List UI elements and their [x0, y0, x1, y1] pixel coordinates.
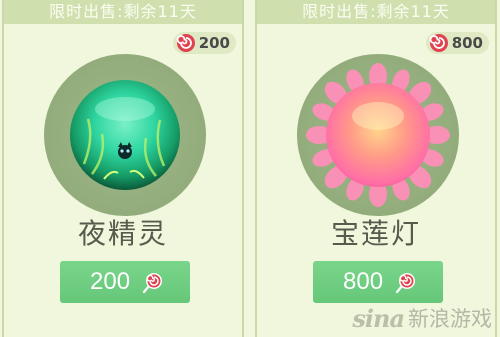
- price-badge: 800: [425, 32, 489, 54]
- buy-price: 200: [90, 268, 131, 295]
- limited-sale-banner: 限时出售:剩余11天: [257, 0, 495, 24]
- buy-button[interactable]: 800: [313, 261, 443, 303]
- lollipop-icon: [142, 271, 164, 293]
- item-name: 宝莲灯: [330, 217, 421, 250]
- watermark-text: 新浪游戏: [408, 307, 492, 331]
- night-spirit-orb-icon: [70, 80, 180, 190]
- lollipop-swirl-icon: [429, 33, 449, 53]
- shop-item-card: 限时出售:剩余11天 200 夜精灵 200: [2, 0, 244, 337]
- lollipop-icon: [395, 271, 417, 293]
- item-preview: [44, 54, 206, 216]
- lotus-lantern-orb-icon: [306, 63, 450, 207]
- item-name: 夜精灵: [77, 217, 168, 250]
- price-badge: 200: [172, 32, 236, 54]
- buy-button[interactable]: 200: [60, 261, 190, 303]
- price-badge-value: 800: [451, 34, 483, 52]
- buy-price: 800: [343, 268, 384, 295]
- lollipop-swirl-icon: [176, 33, 196, 53]
- shop-item-card: 限时出售:剩余11天 800 宝莲灯 800: [255, 0, 497, 337]
- price-badge-value: 200: [198, 34, 230, 52]
- limited-sale-banner: 限时出售:剩余11天: [4, 0, 242, 24]
- item-preview: [297, 54, 459, 216]
- sina-logo: sina: [352, 303, 405, 333]
- sina-games-watermark: sina 新浪游戏: [352, 303, 492, 333]
